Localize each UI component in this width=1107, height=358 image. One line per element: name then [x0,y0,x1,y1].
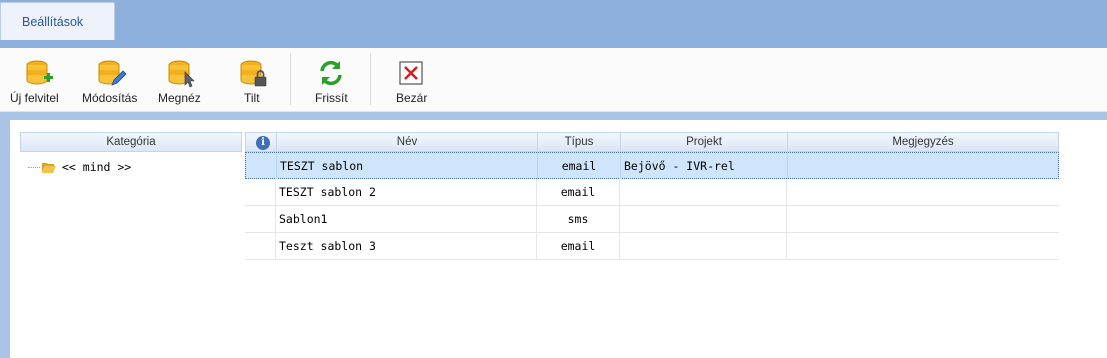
cell-project [620,179,787,205]
cell-name: TESZT sablon 2 [276,179,537,205]
database-lock-icon [240,60,267,87]
refresh-button[interactable]: Frissít [292,48,370,112]
toolbar: Új felvitel Módosítás Megnéz Tilt Frissí… [0,48,1107,112]
cell-type: email [538,153,621,179]
block-button[interactable]: Tilt [216,48,290,112]
row-indicator [246,153,277,179]
cell-type: email [537,233,620,259]
refresh-icon [320,60,342,86]
table-row[interactable]: Teszt sablon 3 email [245,233,1059,260]
column-header-note[interactable]: Megjegyzés [788,133,1058,152]
column-header-project[interactable]: Projekt [621,133,788,152]
close-icon [399,61,423,85]
cell-project [620,233,787,259]
row-indicator [245,233,276,259]
edit-button[interactable]: Módosítás [78,48,150,112]
close-button[interactable]: Bezár [372,48,450,112]
block-label: Tilt [244,91,260,105]
category-item-label: << mind >> [62,160,132,174]
database-view-icon [168,60,195,88]
toolbar-separator [290,53,291,105]
view-button[interactable]: Megnéz [150,48,216,112]
category-tree-item[interactable]: << mind >> [28,158,131,176]
ribbon-bottom-strip [0,112,1107,120]
new-record-label: Új felvitel [10,91,59,105]
cell-project [620,206,787,232]
column-header-info[interactable]: i [246,133,277,152]
info-icon: i [256,136,270,150]
close-label: Bezár [396,91,428,105]
table-row[interactable]: TESZT sablon email Bejövő - IVR-rel [245,152,1059,179]
refresh-label: Frissít [315,91,348,105]
cell-type: sms [537,206,620,232]
folder-open-icon [42,162,56,173]
cell-project: Bejövő - IVR-rel [621,153,788,179]
tab-settings[interactable]: Beállítások [0,2,115,40]
cell-note [787,206,1057,232]
cell-name: TESZT sablon [277,153,538,179]
cell-note [787,233,1057,259]
row-indicator [245,179,276,205]
cell-type: email [537,179,620,205]
cell-note [787,179,1057,205]
view-label: Megnéz [158,91,201,105]
database-edit-icon [98,60,126,86]
column-header-name[interactable]: Név [277,133,538,152]
cell-name: Teszt sablon 3 [276,233,537,259]
grid-header: i Név Típus Projekt Megjegyzés [245,132,1059,152]
main-panel: Kategória << mind >> i Név Típus Projekt… [10,120,1107,358]
category-header: Kategória [20,132,242,152]
cell-name: Sablon1 [276,206,537,232]
ribbon-tab-strip: Beállítások [0,0,1107,48]
table-row[interactable]: Sablon1 sms [245,206,1059,233]
templates-grid: i Név Típus Projekt Megjegyzés TESZT sab… [245,132,1059,260]
database-add-icon [26,60,53,85]
edit-label: Módosítás [82,91,138,105]
toolbar-separator [370,53,371,105]
new-record-button[interactable]: Új felvitel [0,48,78,112]
cell-note [788,153,1058,179]
table-row[interactable]: TESZT sablon 2 email [245,179,1059,206]
row-indicator [245,206,276,232]
tree-connector [28,166,40,168]
column-header-type[interactable]: Típus [538,133,621,152]
